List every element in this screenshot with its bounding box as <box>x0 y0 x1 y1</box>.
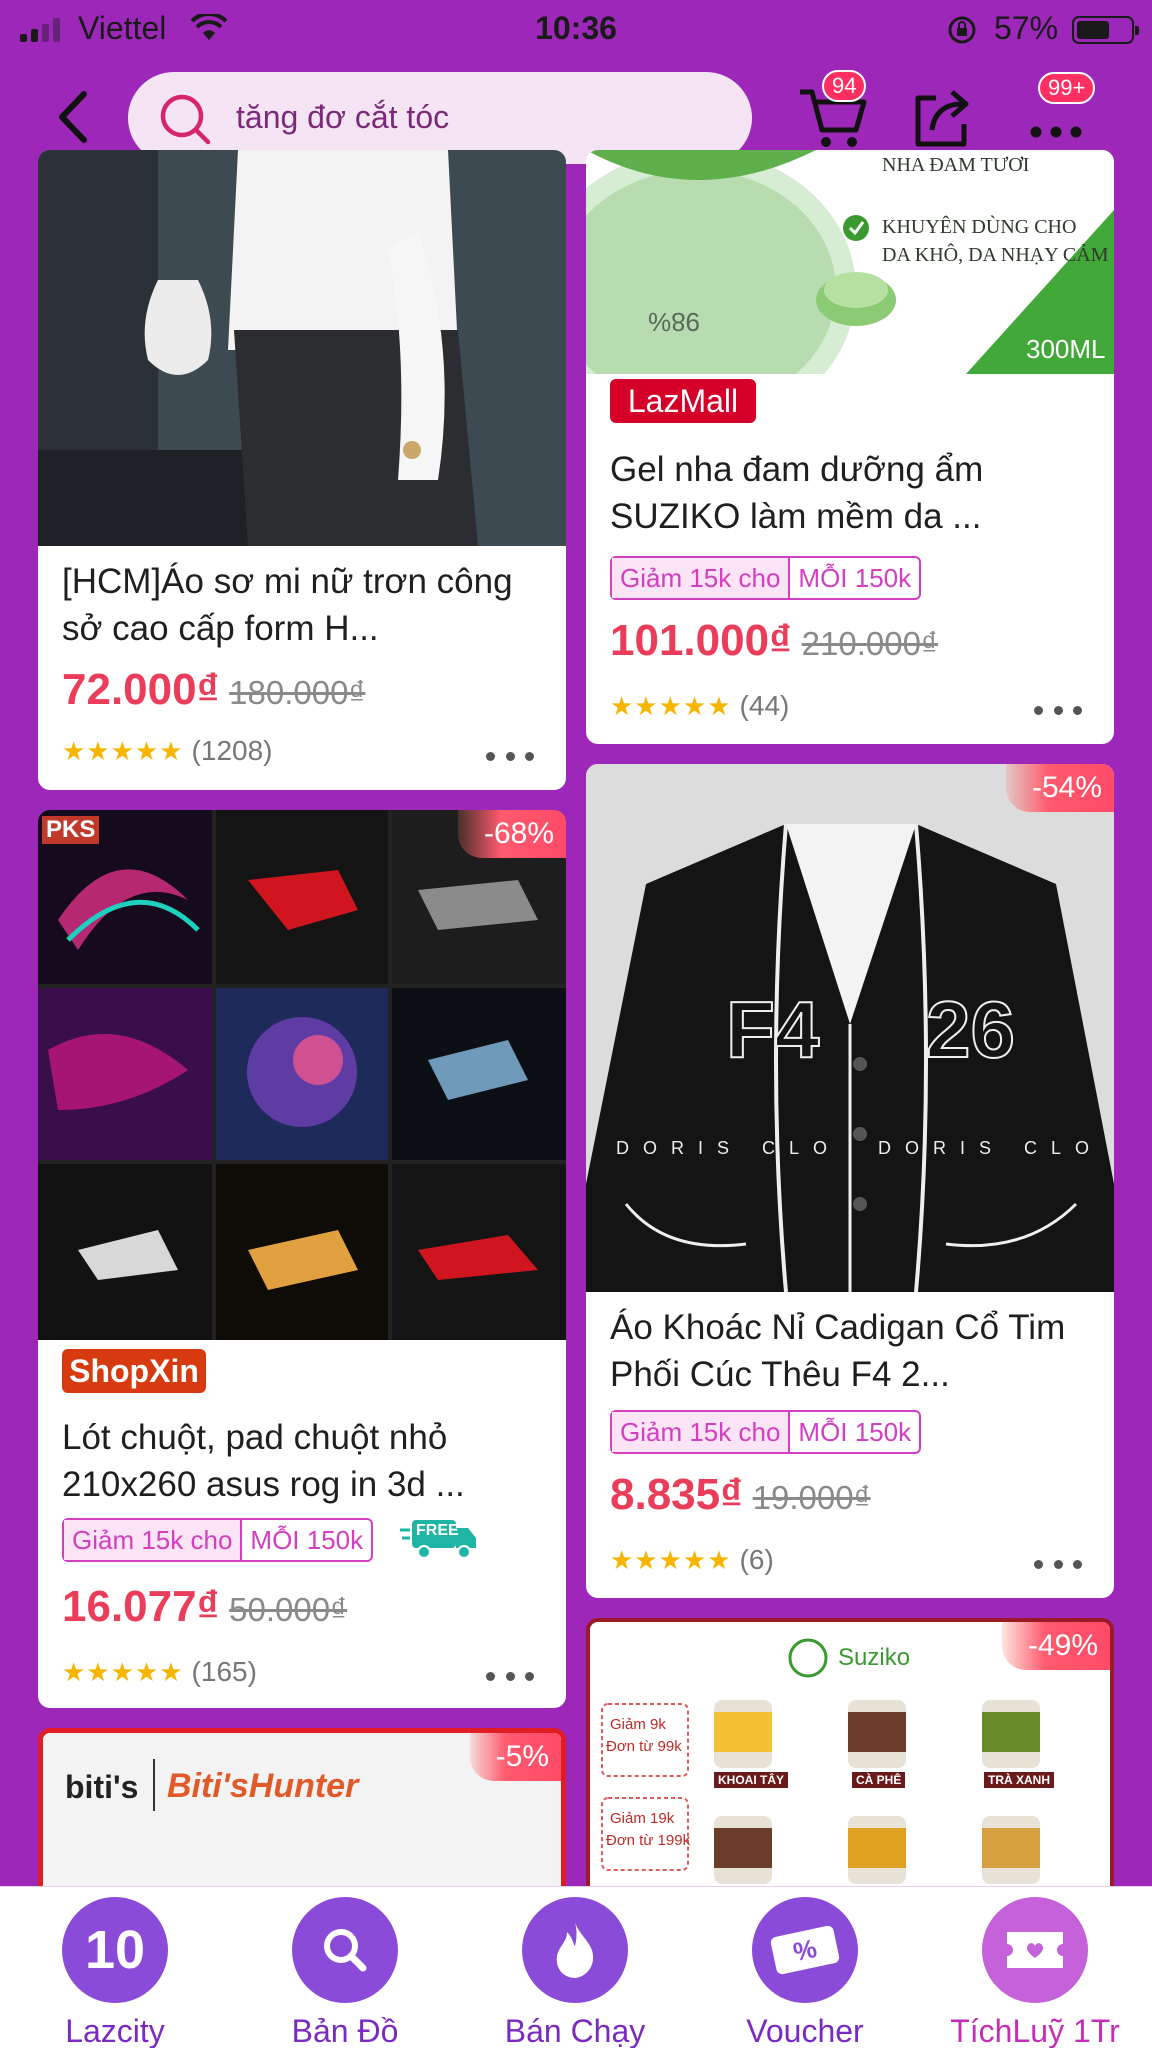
voucher-tag: Giảm 15k cho MỖI 150k <box>610 1410 922 1454</box>
product-image: Suziko Giảm 9k Đơn từ 99k Giảm 19k Đơn t… <box>590 1622 1110 1924</box>
status-bar: Viettel 10:36 57% <box>0 0 1152 60</box>
product-price: 101.000₫ 210.000₫ <box>610 616 938 665</box>
free-shipping-icon: FREE <box>400 1512 480 1562</box>
original-price: 50.000₫ <box>229 1591 348 1628</box>
discount-badge: -68% <box>457 810 566 858</box>
discount-badge: -5% <box>469 1733 561 1781</box>
image-text: 26 <box>925 984 1016 1075</box>
lazmall-badge: LazMall <box>610 379 756 423</box>
product-price: 16.077₫ 50.000₫ <box>62 1582 348 1631</box>
nav-label: Voucher <box>746 2013 864 2048</box>
cart-button[interactable]: 94 <box>796 70 872 154</box>
ten-icon: 10 <box>62 1897 168 2003</box>
jar-label: TRÀ XANH <box>984 1772 1054 1788</box>
cart-badge: 94 <box>822 70 867 102</box>
jar-label: KHOAI TÂY <box>714 1772 788 1788</box>
watermark: DORIS CLO <box>616 1138 842 1158</box>
shopxin-badge: ShopXin <box>62 1349 206 1393</box>
image-caption: KHUYÊN DÙNG CHO <box>882 216 1077 238</box>
product-price: 72.000₫ 180.000₫ <box>62 665 366 714</box>
original-price: 210.000₫ <box>801 625 938 662</box>
rotation-lock-icon <box>948 16 976 44</box>
product-card[interactable]: Suziko Giảm 9k Đơn từ 99k Giảm 19k Đơn t… <box>586 1618 1114 1928</box>
brand-logo: Suziko <box>838 1644 911 1671</box>
image-caption: NHA ĐAM TƯƠI <box>882 154 1030 176</box>
watermark: DORIS CLO <box>878 1138 1104 1158</box>
review-count: (165) <box>191 1656 257 1687</box>
back-button[interactable] <box>48 86 100 148</box>
nav-label: Lazcity <box>65 2013 165 2048</box>
brand-logo: biti's <box>65 1769 139 1805</box>
more-options-icon[interactable] <box>1034 1560 1082 1569</box>
rating: ★★★★★ (44) <box>610 690 789 722</box>
image-text: F4 <box>725 984 820 1075</box>
nav-item-map[interactable]: Bản Đồ <box>230 1897 460 2048</box>
nav-label: Bản Đồ <box>291 2013 399 2048</box>
search-icon <box>160 94 211 145</box>
clock: 10:36 <box>535 10 617 46</box>
nav-label: Bán Chạy <box>504 2013 646 2048</box>
ticket-icon <box>982 1897 1088 2003</box>
rating: ★★★★★ (165) <box>62 1656 257 1688</box>
product-title: Gel nha đam dưỡng ẩm SUZIKO làm mềm da .… <box>610 450 984 536</box>
rating: ★★★★★ (1208) <box>62 735 272 767</box>
more-badge: 99+ <box>1038 72 1096 104</box>
product-card[interactable]: PKS -68% ShopXin Lót chuột, pad chuột nh… <box>38 810 566 1708</box>
more-options-icon[interactable] <box>486 752 534 761</box>
product-card[interactable]: F4 26 DORIS CLO DORIS CLO -54% Áo Khoác … <box>586 764 1114 1598</box>
flame-icon <box>522 1897 628 2003</box>
nav-item-lazcity[interactable]: 10 Lazcity <box>0 1897 230 2048</box>
shop-logo: PKS <box>42 816 100 844</box>
image-caption: Đơn từ 99k <box>606 1738 682 1755</box>
original-price: 19.000₫ <box>752 1479 871 1516</box>
voucher-tag: Giảm 15k cho MỖI 150k <box>610 556 922 600</box>
share-button[interactable] <box>906 80 978 152</box>
product-title: Lót chuột, pad chuột nhỏ 210x260 asus ro… <box>62 1418 465 1504</box>
battery-icon <box>1072 16 1139 44</box>
product-card[interactable]: NHA ĐAM TƯƠI KHUYÊN DÙNG CHO DA KHÔ, DA … <box>586 150 1114 744</box>
review-count: (44) <box>739 690 790 721</box>
product-price: 8.835₫ 19.000₫ <box>610 1470 871 1519</box>
product-title: Áo Khoác Nỉ Cadigan Cổ Tim Phối Cúc Thêu… <box>610 1308 1066 1394</box>
nav-label: TíchLuỹ 1Tr <box>950 2013 1120 2048</box>
product-image: NHA ĐAM TƯƠI KHUYÊN DÙNG CHO DA KHÔ, DA … <box>586 150 1114 374</box>
image-caption: 300ML <box>1026 334 1106 364</box>
image-caption: 98% <box>648 307 701 337</box>
discount-badge: -49% <box>1001 1622 1110 1670</box>
product-image: F4 26 DORIS CLO DORIS CLO -54% <box>586 764 1114 1292</box>
product-title: [HCM]Áo sơ mi nữ trơn công sở cao cấp fo… <box>62 562 513 648</box>
more-options-icon[interactable] <box>1034 706 1082 715</box>
product-card[interactable]: [HCM]Áo sơ mi nữ trơn công sở cao cấp fo… <box>38 150 566 790</box>
image-caption: Đơn từ 199k <box>606 1832 691 1849</box>
more-button[interactable]: 99+ <box>1022 72 1096 152</box>
jar-label: CÀ PHÊ <box>852 1772 906 1788</box>
bottom-nav: 10 Lazcity Bản Đồ Bán Chạy % Voucher Tíc… <box>0 1886 1152 2048</box>
more-options-icon[interactable] <box>486 1672 534 1681</box>
search-icon <box>292 1897 398 2003</box>
nav-item-bestseller[interactable]: Bán Chạy <box>460 1897 690 2048</box>
rating: ★★★★★ (6) <box>610 1544 774 1576</box>
star-rating-icon: ★★★★★ <box>62 1656 184 1687</box>
brand-logo: Biti'sHunter <box>167 1767 359 1805</box>
image-caption: Giảm 9k <box>610 1716 666 1733</box>
star-rating-icon: ★★★★★ <box>62 735 184 766</box>
review-count: (1208) <box>191 735 273 766</box>
image-caption: Giảm 19k <box>610 1810 675 1827</box>
nav-item-voucher[interactable]: % Voucher <box>690 1897 920 2048</box>
star-rating-icon: ★★★★★ <box>610 1544 732 1575</box>
star-rating-icon: ★★★★★ <box>610 690 732 721</box>
search-query: tăng đơ cắt tóc <box>236 99 450 135</box>
image-caption: DA KHÔ, DA NHẠY CẢM <box>882 244 1109 266</box>
voucher-tag: Giảm 15k cho MỖI 150k <box>62 1518 374 1562</box>
nav-item-rewards[interactable]: TíchLuỹ 1Tr <box>920 1897 1150 2048</box>
original-price: 180.000₫ <box>229 674 366 711</box>
product-image: PKS -68% <box>38 810 566 1340</box>
battery-percent: 57% <box>994 10 1059 46</box>
voucher-icon: % <box>752 1897 858 2003</box>
product-image <box>38 150 566 546</box>
review-count: (6) <box>739 1544 774 1575</box>
discount-badge: -54% <box>1005 764 1114 812</box>
